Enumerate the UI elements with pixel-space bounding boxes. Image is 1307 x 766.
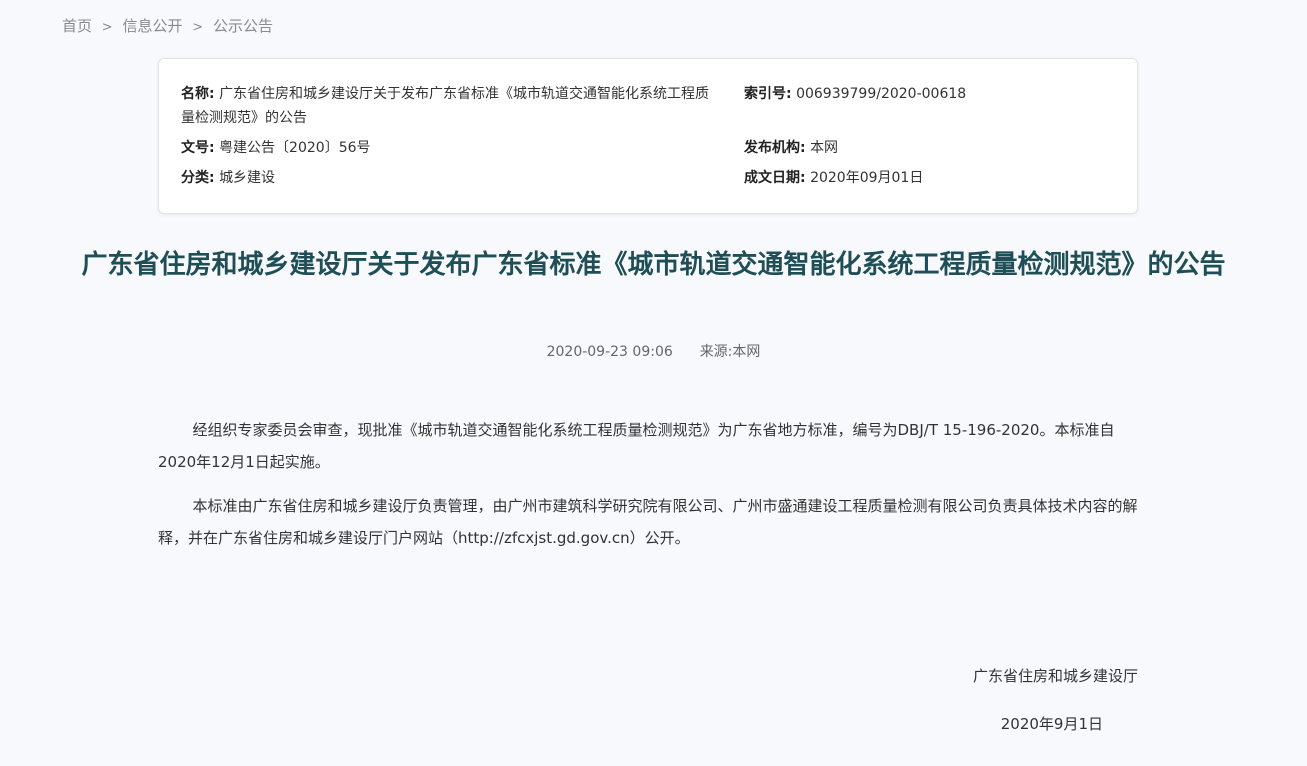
meta-docno: 文号: 粤建公告〔2020〕56号: [181, 136, 371, 160]
meta-name: 名称: 广东省住房和城乡建设厅关于发布广东省标准《城市轨道交通智能化系统工程质量…: [181, 82, 721, 130]
meta-index-label: 索引号:: [744, 86, 792, 102]
publish-source: 来源:本网: [699, 344, 761, 360]
meta-name-value: 广东省住房和城乡建设厅关于发布广东省标准《城市轨道交通智能化系统工程质量检测规范…: [181, 86, 710, 126]
meta-category: 分类: 城乡建设: [181, 166, 275, 190]
breadcrumb: 首页 > 信息公开 > 公示公告: [62, 16, 273, 38]
document-metadata-box: 名称: 广东省住房和城乡建设厅关于发布广东省标准《城市轨道交通智能化系统工程质量…: [158, 58, 1138, 214]
breadcrumb-separator: >: [101, 20, 113, 35]
breadcrumb-home-link[interactable]: 首页: [62, 17, 92, 35]
signature-date: 2020年9月1日: [1000, 715, 1103, 733]
article-title: 广东省住房和城乡建设厅关于发布广东省标准《城市轨道交通智能化系统工程质量检测规范…: [81, 250, 1226, 280]
publish-date: 2020-09-23: [546, 344, 628, 360]
meta-publisher-label: 发布机构:: [744, 140, 806, 156]
meta-docno-label: 文号:: [181, 140, 215, 156]
breadcrumb-separator: >: [192, 20, 204, 35]
meta-name-label: 名称:: [181, 86, 215, 102]
meta-docno-value: 粤建公告〔2020〕56号: [219, 140, 371, 156]
meta-index: 索引号: 006939799/2020-00618: [744, 82, 966, 106]
article-paragraph: 本标准由广东省住房和城乡建设厅负责管理，由广州市建筑科学研究院有限公司、广州市盛…: [158, 497, 1138, 547]
meta-category-value: 城乡建设: [219, 170, 276, 186]
page: 首页 > 信息公开 > 公示公告 名称: 广东省住房和城乡建设厅关于发布广东省标…: [0, 0, 1307, 766]
publish-info: 2020-09-23 09:06 来源:本网: [0, 342, 1307, 362]
article-paragraph: 经组织专家委员会审查，现批准《城市轨道交通智能化系统工程质量检测规范》为广东省地…: [158, 421, 1115, 471]
meta-publisher-value: 本网: [810, 140, 839, 156]
meta-date: 成文日期: 2020年09月01日: [744, 166, 923, 190]
breadcrumb-info-public-link[interactable]: 信息公开: [122, 17, 182, 35]
signature-organization: 广东省住房和城乡建设厅: [972, 667, 1138, 685]
article-body: 经组织专家委员会审查，现批准《城市轨道交通智能化系统工程质量检测规范》为广东省地…: [158, 414, 1138, 566]
breadcrumb-notice-link[interactable]: 公示公告: [213, 17, 273, 35]
publish-time: 09:06: [632, 344, 673, 360]
meta-publisher: 发布机构: 本网: [744, 136, 838, 160]
meta-category-label: 分类:: [181, 170, 215, 186]
meta-date-value: 2020年09月01日: [810, 170, 924, 186]
meta-date-label: 成文日期:: [744, 170, 806, 186]
meta-index-value: 006939799/2020-00618: [796, 86, 967, 102]
